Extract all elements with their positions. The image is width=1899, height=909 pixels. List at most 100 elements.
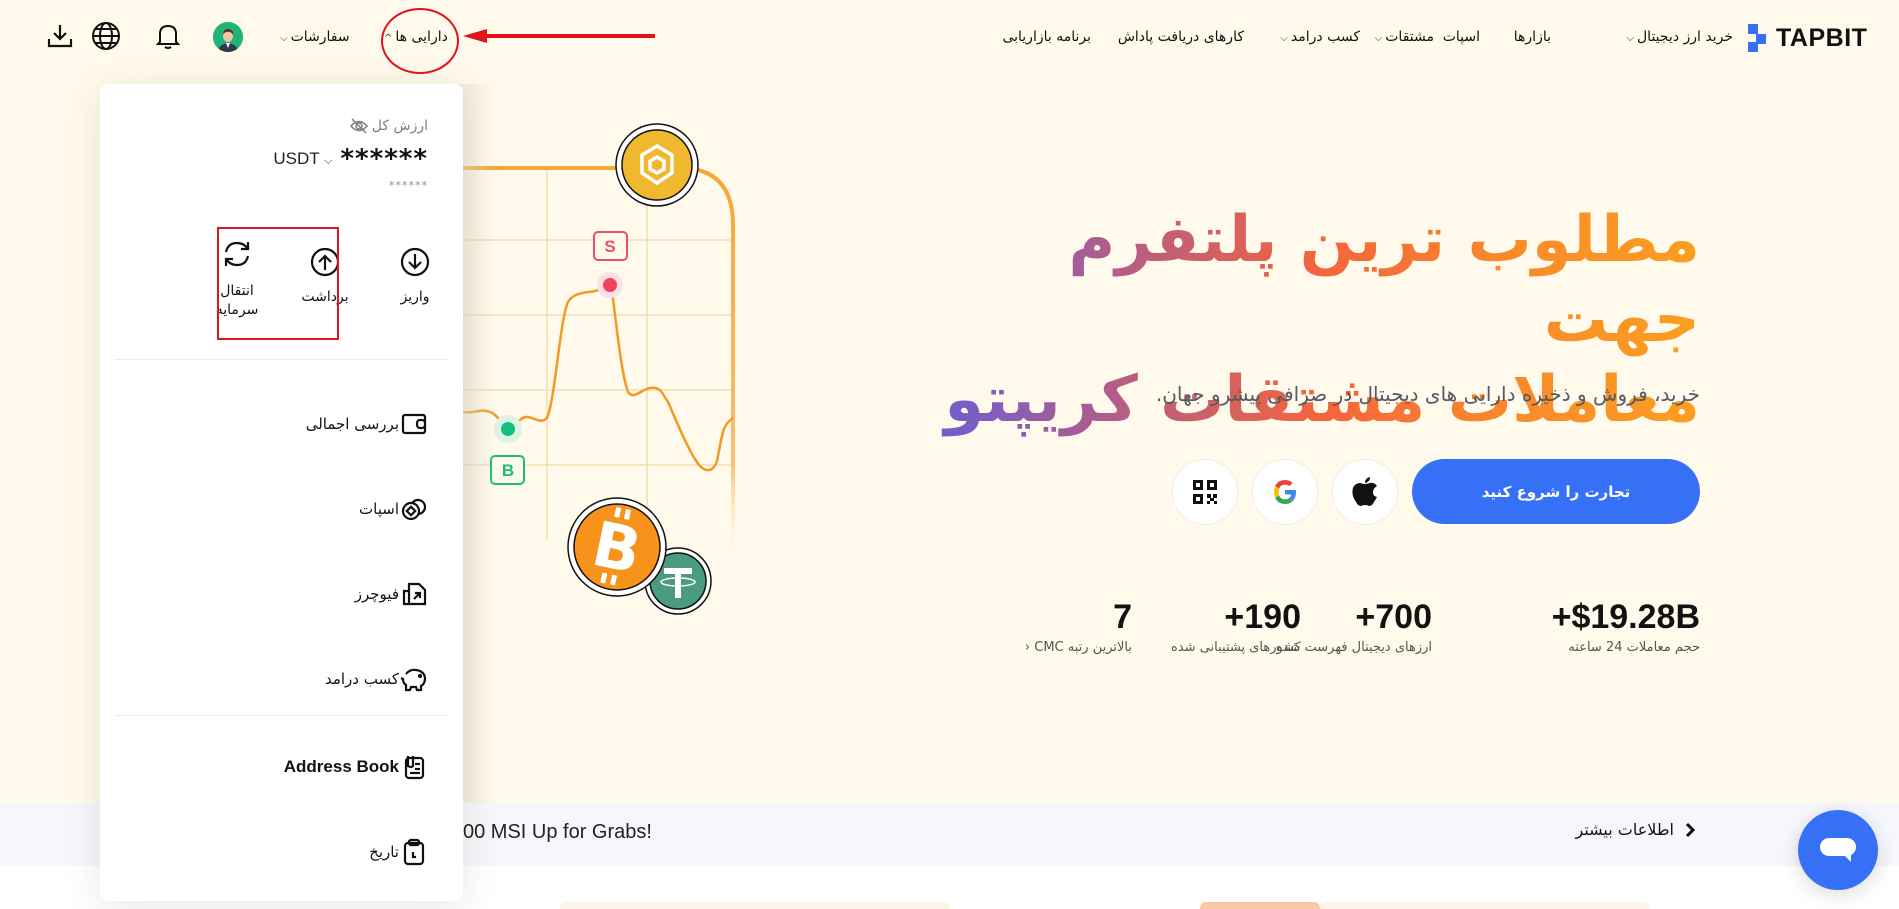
buy-badge-label: B [502,461,514,480]
deposit-action[interactable]: واریز [375,244,455,307]
total-value-label: ارزش کل [349,118,428,134]
sell-badge-label: S [604,237,615,256]
stat-caption-text: بالاترین رتبه CMC [1034,640,1132,655]
buy-point [501,422,515,436]
total-balance: USDT ⌵ ****** [273,144,428,174]
annotation-circle [381,8,459,74]
stat-supported-countries: +190 کشورهای پشتیبانی شده [1171,596,1301,655]
tapbit-logo-mark-icon [1748,24,1770,52]
support-chat-button[interactable] [1798,810,1878,890]
menu-item-earn[interactable]: کسب درامد [325,665,428,693]
futures-icon [400,580,428,608]
currency-label: USDT [273,149,320,168]
currency-selector[interactable]: USDT ⌵ [273,149,332,169]
menu-item-futures[interactable]: فیوچرز [355,580,428,608]
hero-subtitle: خرید، فروش و ذخیره دارایی های دیجیتال در… [1155,382,1700,406]
qr-code-icon [1193,480,1217,504]
balance-hidden: ****** [340,144,428,174]
stat-value: +$19.28B [1551,598,1700,636]
nav-spot[interactable]: اسپات [1443,26,1480,48]
user-avatar-icon [213,22,243,52]
menu-item-overview[interactable]: بررسی اجمالی [306,410,428,438]
eye-off-icon[interactable] [349,118,369,134]
hero-title-line1: مطلوب ترین پلتفرم جهت [1068,203,1700,357]
balance-sub-hidden: ****** [389,179,428,192]
bottom-card [560,902,950,909]
nav-label: برنامه بازاریابی [1002,29,1091,45]
apple-login-button[interactable] [1332,459,1398,525]
deposit-icon [375,244,455,280]
total-label-text: ارزش کل [371,118,428,134]
chevron-down-icon: ⌵ [324,155,333,167]
more-info-link[interactable]: اطلاعات بیشتر [1575,820,1696,839]
deposit-label: واریز [400,289,430,305]
annotation-highlight-box [217,227,339,340]
qr-code-login-button[interactable] [1172,459,1238,525]
start-trading-button[interactable]: تجارت را شروع کنید [1412,459,1700,524]
avatar[interactable] [213,22,243,52]
stat-value: 7 [1113,598,1132,636]
apple-icon [1352,477,1377,506]
more-info-label: اطلاعات بیشتر [1575,820,1674,839]
stat-cmc-rank[interactable]: 7 بالاترین رتبه CMC ‹ [1025,596,1132,655]
nav-label: کسب درامد [1290,29,1360,45]
menu-label: کسب درامد [324,670,399,688]
address-book-icon [400,753,428,781]
annotation-arrow-icon [463,29,655,43]
google-login-button[interactable] [1252,459,1318,525]
bottom-card [1200,902,1320,909]
nav-earn[interactable]: کسب درامد⌵ [1280,26,1360,48]
nav-label: خرید ارز دیجیتال [1637,29,1733,45]
coins-icon [400,495,428,523]
menu-item-history[interactable]: تاریخ [369,838,428,866]
download-icon[interactable] [44,20,76,52]
menu-item-spot[interactable]: اسپات [359,495,428,523]
nav-buy-crypto[interactable]: خرید ارز دیجیتال⌵ [1626,26,1733,48]
chat-icon [1820,838,1856,862]
bitcoin-coin-icon: B [567,497,667,597]
nav-orders[interactable]: سفارشات⌵ [280,26,350,48]
nav-markets[interactable]: بازارها [1514,26,1551,48]
menu-label: تاریخ [369,843,399,861]
nav-label: اسپات [1442,29,1480,45]
nav-label: کارهای دریافت پاداش [1117,29,1244,45]
divider [115,715,448,716]
nav-label: مشتقات [1385,29,1434,45]
stat-value: +190 [1224,598,1301,636]
menu-label: بررسی اجمالی [305,415,399,433]
wallet-icon [400,410,428,438]
stat-caption: بالاترین رتبه CMC ‹ [1025,640,1132,655]
stat-caption: کشورهای پشتیبانی شده [1171,640,1301,655]
chevron-down-icon: ⌵ [1280,33,1288,44]
sell-point [603,278,617,292]
assets-dropdown-panel: ارزش کل USDT ⌵ ****** ****** واریز برداش… [100,84,463,901]
google-icon [1274,480,1296,504]
menu-item-address-book[interactable]: Address Book [284,753,428,781]
chevron-left-icon: ‹ [1024,640,1031,655]
nav-affiliate-program[interactable]: برنامه بازاریابی [1002,26,1091,48]
stat-caption: حجم معاملات 24 ساعته [1568,640,1700,655]
piggy-bank-icon [400,665,428,693]
nav-rewards-tasks[interactable]: کارهای دریافت پاداش [1118,26,1244,48]
chevron-down-icon: ⌵ [1626,33,1634,44]
menu-label: فیوچرز [354,585,399,603]
chevron-down-icon: ⌵ [280,33,288,44]
globe-icon[interactable] [90,20,122,52]
menu-label: اسپات [359,500,399,518]
chevron-down-icon: ⌵ [1374,33,1383,44]
history-clipboard-icon [400,838,428,866]
nav-label: بازارها [1513,29,1551,45]
nav-derivatives[interactable]: مشتقات⌵ [1375,26,1434,48]
bnb-coin-icon [615,123,699,207]
nav-label: سفارشات [290,29,350,45]
divider [115,359,448,360]
notifications-bell-icon[interactable] [152,20,184,52]
tapbit-logo[interactable]: TAPBIT [1748,24,1867,52]
chevron-right-icon [1685,822,1696,837]
stat-trading-volume: +$19.28B حجم معاملات 24 ساعته [1552,596,1700,655]
bottom-card [1320,902,1650,909]
price-line [462,283,734,472]
banner-promo-text[interactable]: 00 MSI Up for Grabs! [463,821,652,844]
menu-label: Address Book [283,757,399,776]
logo-text: TAPBIT [1776,23,1868,52]
